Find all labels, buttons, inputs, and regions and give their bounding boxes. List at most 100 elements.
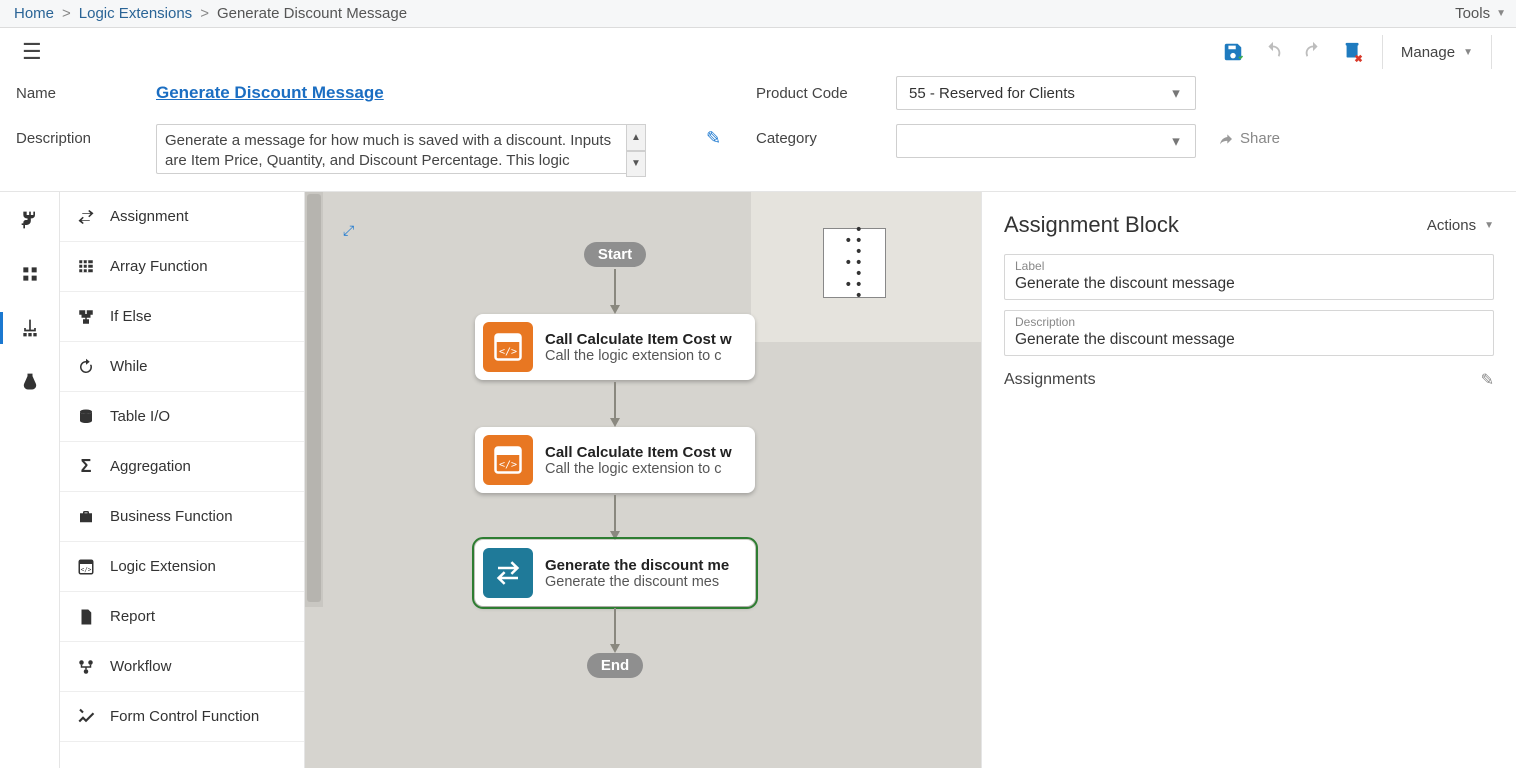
scroll-up-icon[interactable]: ▲ [626, 124, 646, 151]
minimap-preview: • •• • •• • •• • [844, 225, 865, 302]
swap-icon [76, 208, 96, 226]
name-value-link[interactable]: Generate Discount Message [156, 83, 384, 102]
edit-icon[interactable]: ✎ [696, 124, 756, 149]
palette-item-label: Aggregation [110, 458, 191, 475]
undo-icon[interactable] [1262, 41, 1284, 63]
palette-item-label: Workflow [110, 658, 171, 675]
category-select[interactable]: ▾ [896, 124, 1196, 158]
breadcrumb-current: Generate Discount Message [217, 5, 407, 22]
tab-objects[interactable] [0, 264, 59, 284]
redo-icon[interactable] [1302, 41, 1324, 63]
fullscreen-icon[interactable]: ⤢ [343, 222, 354, 239]
edit-assignments-icon[interactable]: ✎ [1481, 370, 1494, 390]
palette-item-if-else[interactable]: If Else [60, 292, 304, 342]
doc-icon [76, 608, 96, 626]
minimap-viewport[interactable]: • •• • •• • •• • [823, 228, 886, 298]
breadcrumb-home[interactable]: Home [14, 5, 54, 22]
palette-item-label: If Else [110, 308, 152, 325]
node-subtitle: Generate the discount mes [545, 574, 729, 590]
palette-item-report[interactable]: Report [60, 592, 304, 642]
product-code-select[interactable]: 55 - Reserved for Clients ▾ [896, 76, 1196, 110]
description-input[interactable] [156, 124, 646, 174]
start-node[interactable]: Start [584, 242, 646, 267]
page-header: ☰ Manage▼ Name Generate Discount Message [0, 28, 1516, 192]
tab-plugins[interactable] [0, 210, 59, 230]
palette-item-label: Assignment [110, 208, 188, 225]
db-icon [76, 408, 96, 426]
palette-item-workflow[interactable]: Workflow [60, 642, 304, 692]
category-label: Category [756, 124, 896, 147]
palette-item-label: Business Function [110, 508, 233, 525]
breadcrumb-logic-extensions[interactable]: Logic Extensions [79, 5, 192, 22]
palette-item-label: Array Function [110, 258, 208, 275]
node-subtitle: Call the logic extension to c [545, 348, 732, 364]
label-field[interactable]: Label Generate the discount message [1004, 254, 1494, 300]
delete-icon[interactable] [1342, 41, 1364, 63]
palette-item-assignment[interactable]: Assignment [60, 192, 304, 242]
node-title: Call Calculate Item Cost w [545, 331, 732, 348]
flow-node[interactable]: Generate the discount meGenerate the dis… [475, 540, 755, 606]
description-value: Generate the discount message [1015, 329, 1483, 349]
description-field[interactable]: Description Generate the discount messag… [1004, 310, 1494, 356]
toolbar-divider [1382, 35, 1383, 69]
tab-test[interactable] [0, 372, 59, 392]
end-node[interactable]: End [587, 653, 643, 678]
palette-item-label: Logic Extension [110, 558, 216, 575]
chevron-down-icon: ▾ [1163, 128, 1189, 154]
tools-menu[interactable]: Tools▼ [1455, 0, 1506, 27]
node-subtitle: Call the logic extension to c [545, 461, 732, 477]
flow-icon [76, 658, 96, 676]
description-scrollbar[interactable]: ▲ ▼ [626, 124, 646, 177]
briefcase-icon [76, 508, 96, 526]
grid-icon [76, 258, 96, 276]
node-title: Call Calculate Item Cost w [545, 444, 732, 461]
label-value: Generate the discount message [1015, 273, 1483, 293]
properties-title: Assignment Block [1004, 212, 1179, 238]
description-caption: Description [1015, 315, 1483, 329]
palette-item-while[interactable]: While [60, 342, 304, 392]
svg-text:</>: </> [499, 460, 517, 471]
svg-text:</>: </> [499, 347, 517, 358]
palette-item-form-control-function[interactable]: Form Control Function [60, 692, 304, 742]
palette-item-array-function[interactable]: Array Function [60, 242, 304, 292]
chevron-down-icon: ▾ [1163, 80, 1189, 106]
tab-structure[interactable] [0, 318, 59, 338]
side-icon-tabs [0, 192, 60, 768]
palette-item-aggregation[interactable]: ΣAggregation [60, 442, 304, 492]
component-palette: Assignment Array Function If Else While Tabl… [60, 192, 305, 768]
palette-item-label: Report [110, 608, 155, 625]
branch-icon [76, 308, 96, 326]
manage-menu[interactable]: Manage▼ [1401, 44, 1473, 61]
product-code-value: 55 - Reserved for Clients [909, 85, 1075, 102]
canvas-scrollbar[interactable] [305, 192, 323, 607]
save-icon[interactable] [1222, 41, 1244, 63]
palette-item-business-function[interactable]: Business Function [60, 492, 304, 542]
node-title: Generate the discount me [545, 557, 729, 574]
flow-node[interactable]: </> Call Calculate Item Cost wCall the lo… [475, 427, 755, 493]
breadcrumb-separator: > [200, 5, 209, 22]
share-button[interactable]: Share [1196, 124, 1316, 147]
minimap[interactable]: • •• • •• • •• • [751, 192, 981, 342]
breadcrumb-separator: > [62, 5, 71, 22]
palette-item-logic-extension[interactable]: </> Logic Extension [60, 542, 304, 592]
product-code-label: Product Code [756, 85, 896, 102]
hamburger-icon[interactable]: ☰ [16, 35, 48, 69]
loop-icon [76, 358, 96, 376]
flow-node[interactable]: </> Call Calculate Item Cost wCall the lo… [475, 314, 755, 380]
label-caption: Label [1015, 259, 1483, 273]
palette-item-label: Table I/O [110, 408, 170, 425]
node-type-icon: </> [483, 435, 533, 485]
palette-item-table-i-o[interactable]: Table I/O [60, 392, 304, 442]
canvas[interactable]: ⤢ • •• • •• • •• • Start </> Call Calculat… [305, 192, 981, 768]
palette-item-label: While [110, 358, 148, 375]
name-label: Name [16, 85, 156, 102]
palette-item-label: Form Control Function [110, 708, 259, 725]
actions-menu[interactable]: Actions▼ [1427, 217, 1494, 234]
scroll-down-icon[interactable]: ▼ [626, 151, 646, 178]
breadcrumb-bar: Home > Logic Extensions > Generate Disco… [0, 0, 1516, 28]
node-type-icon [483, 548, 533, 598]
svg-text:</>: </> [81, 566, 92, 573]
description-label: Description [16, 124, 156, 147]
node-type-icon: </> [483, 322, 533, 372]
assignments-heading: Assignments [1004, 371, 1096, 389]
